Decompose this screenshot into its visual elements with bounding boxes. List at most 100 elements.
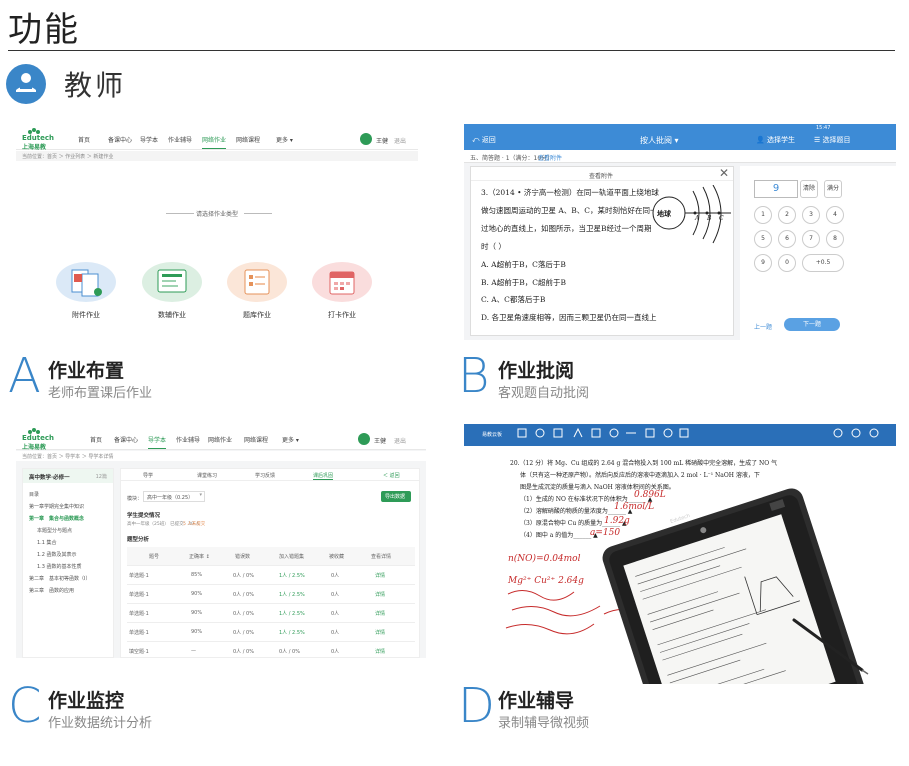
grade-mode-select[interactable]: 按人批阅 ▾	[640, 135, 679, 146]
question-bank-homework-icon	[227, 262, 287, 302]
nav-online-course[interactable]: 网络课程	[236, 135, 260, 144]
sidebar-item-active[interactable]: 第一章 集合与函数概念	[29, 515, 84, 522]
back-button[interactable]: ⤺ 返回	[472, 135, 496, 145]
close-icon[interactable]: ✕	[719, 166, 729, 180]
prev-question-button[interactable]: 上一题	[754, 322, 772, 331]
option-line: D. 各卫星角速度相等，因而三颗卫星仍在同一直线上	[481, 313, 657, 322]
type-card-attachment[interactable]: 附件作业	[54, 262, 118, 320]
detail-link[interactable]: 详情	[375, 629, 385, 636]
key-1[interactable]: 1	[754, 206, 772, 224]
toolbar-icons[interactable]	[514, 424, 754, 446]
caption-sub-b: 客观题自动批阅	[498, 386, 590, 401]
nav-guide-book[interactable]: 导学本	[148, 435, 167, 449]
avatar[interactable]	[360, 133, 372, 145]
cell-error-book[interactable]: 1人 / 2.5%	[279, 629, 305, 636]
sidebar-item[interactable]: 第三章 函数的应用	[29, 587, 74, 594]
breadcrumb-text: 当前位置：首页 ＞ 作业列表 ＞ 新建作业	[22, 154, 114, 160]
sidebar-item[interactable]: 目录	[29, 491, 39, 498]
type-card-math-aid[interactable]: 数辅作业	[140, 262, 204, 320]
detail-link[interactable]: 详情	[375, 591, 385, 598]
cell-type: 单选题·1	[129, 573, 149, 579]
nav-lesson-center[interactable]: 备课中心	[108, 135, 132, 144]
caption-sub-d: 录制辅导微视频	[498, 716, 590, 731]
nav-homework-tutor[interactable]: 作业辅导	[168, 135, 192, 144]
screenshot-tutoring: 易教云板 20.（12 分）将 Mg、Cu 组成的 2.64 g 混合物投入到 …	[464, 424, 896, 684]
sidebar-item[interactable]: 1.1 集合	[37, 539, 57, 546]
view-attachment-link[interactable]: 查看附件	[538, 153, 562, 162]
key-0[interactable]: 0	[778, 254, 796, 272]
key-6[interactable]: 6	[778, 230, 796, 248]
cell-type: 单选题·1	[129, 592, 149, 598]
column-header: 查看详情	[371, 554, 392, 560]
sidebar-item[interactable]: 第二章 基本初等函数（Ⅰ）	[29, 575, 90, 582]
problem-line: 体（只有这一种还原产物）。然后向反应后的溶液中逐滴加入 2 mol · L⁻¹ …	[520, 472, 760, 479]
logo-cn: 上海易教	[22, 444, 47, 451]
stats-table: 题号 正确率 ↕ 错误数 加入错题集 被收藏 查看详情 单选题·1 85% 0人…	[127, 547, 415, 658]
nav-online-homework[interactable]: 网络作业	[202, 135, 227, 149]
column-header: 题号	[149, 554, 160, 560]
key-5[interactable]: 5	[754, 230, 772, 248]
score-display[interactable]: 9	[754, 180, 798, 198]
type-card-question-bank[interactable]: 题库作业	[225, 262, 289, 320]
key-half-point[interactable]: +0.5	[802, 254, 844, 272]
key-4[interactable]: 4	[826, 206, 844, 224]
cell-error-book[interactable]: 1人 / 2.5%	[279, 610, 305, 617]
column-header[interactable]: 正确率 ↕	[189, 553, 210, 560]
nav-online-homework[interactable]: 网络作业	[208, 435, 232, 444]
type-label-math-aid: 数辅作业	[158, 311, 186, 319]
nav-home[interactable]: 首页	[90, 435, 102, 444]
select-question-button[interactable]: ☰ 选择题目	[814, 135, 851, 145]
sidebar-item[interactable]: 第一章学期完全集中知识	[29, 503, 84, 510]
nav-more[interactable]: 更多 ▾	[276, 135, 293, 144]
key-3[interactable]: 3	[802, 206, 820, 224]
nav-lesson-center[interactable]: 备课中心	[114, 435, 138, 444]
key-9[interactable]: 9	[754, 254, 772, 272]
select-student-button[interactable]: 👤 选择学生	[756, 135, 795, 145]
avatar[interactable]	[358, 433, 370, 445]
nav-more[interactable]: 更多 ▾	[282, 435, 299, 444]
breadcrumb-text: 当前位置：首页 ＞ 导学本 ＞ 导学本详情	[22, 454, 114, 460]
module-select[interactable]: 高中一年级（0.25） ▾	[143, 491, 205, 502]
grading-header: ⤺ 返回 按人批阅 ▾ 👤 选择学生 ☰ 选择题目 15:47	[464, 124, 896, 150]
tab-review[interactable]: 课后巩固	[313, 472, 334, 480]
cell-error-book[interactable]: 1人 / 2.5%	[279, 572, 305, 579]
column-header: 加入错题集	[279, 554, 305, 560]
caption-letter-d: D	[458, 678, 495, 734]
nav-online-course[interactable]: 网络课程	[244, 435, 268, 444]
tab-guide[interactable]: 导学	[143, 472, 153, 479]
logout-link[interactable]: 退出	[394, 436, 406, 445]
detail-link[interactable]: 详情	[375, 610, 385, 617]
detail-link[interactable]: 详情	[375, 572, 385, 579]
screenshot-grading: ⤺ 返回 按人批阅 ▾ 👤 选择学生 ☰ 选择题目 15:47 五、简答题 · …	[464, 124, 896, 340]
next-question-button[interactable]: 下一题	[784, 318, 840, 331]
nav-homework-tutor[interactable]: 作业辅导	[176, 435, 200, 444]
key-7[interactable]: 7	[802, 230, 820, 248]
tab-feedback[interactable]: 学习反馈	[255, 472, 275, 479]
teacher-icon	[16, 73, 36, 92]
sidebar-item[interactable]: 1.3 函数的基本性质	[37, 563, 82, 570]
chevron-down-icon: ▾	[199, 492, 202, 498]
nav-home[interactable]: 首页	[78, 135, 90, 144]
detail-link[interactable]: 详情	[375, 648, 385, 655]
back-link[interactable]: ＜ 返回	[383, 472, 400, 479]
export-button[interactable]: 导出数据	[381, 491, 411, 502]
sidebar-item[interactable]: 本题型分与题点	[37, 527, 72, 534]
clear-key[interactable]: 清除	[800, 180, 818, 198]
logout-link[interactable]: 退出	[394, 136, 406, 145]
question-line: 过地心的直线上，如图所示，当卫星B经过一个周期	[481, 224, 652, 233]
sidebar-item[interactable]: 1.2 函数及其表示	[37, 551, 77, 558]
type-card-check-in[interactable]: 打卡作业	[310, 262, 374, 320]
title-divider	[8, 50, 895, 51]
full-score-key[interactable]: 满分	[824, 180, 842, 198]
table-header: 题号 正确率 ↕ 错误数 加入错题集 被收藏 查看详情	[127, 547, 415, 566]
toolbar-right-icons[interactable]	[828, 424, 888, 446]
score-panel: 9 清除 满分 1 2 3 4 5 6 7 8 9 0 +0.5 上一题 下一题	[740, 166, 896, 340]
handwritten-annotation: n(NO)=0.04mol	[508, 554, 581, 564]
key-2[interactable]: 2	[778, 206, 796, 224]
tab-class-practice[interactable]: 课堂练习	[197, 472, 217, 479]
heading-rule-right	[244, 213, 272, 214]
cell-error-book[interactable]: 1人 / 2.5%	[279, 591, 305, 598]
unsubmitted-link[interactable]: 5 人未提交	[183, 521, 205, 527]
nav-guide-book[interactable]: 导学本	[140, 135, 158, 144]
key-8[interactable]: 8	[826, 230, 844, 248]
